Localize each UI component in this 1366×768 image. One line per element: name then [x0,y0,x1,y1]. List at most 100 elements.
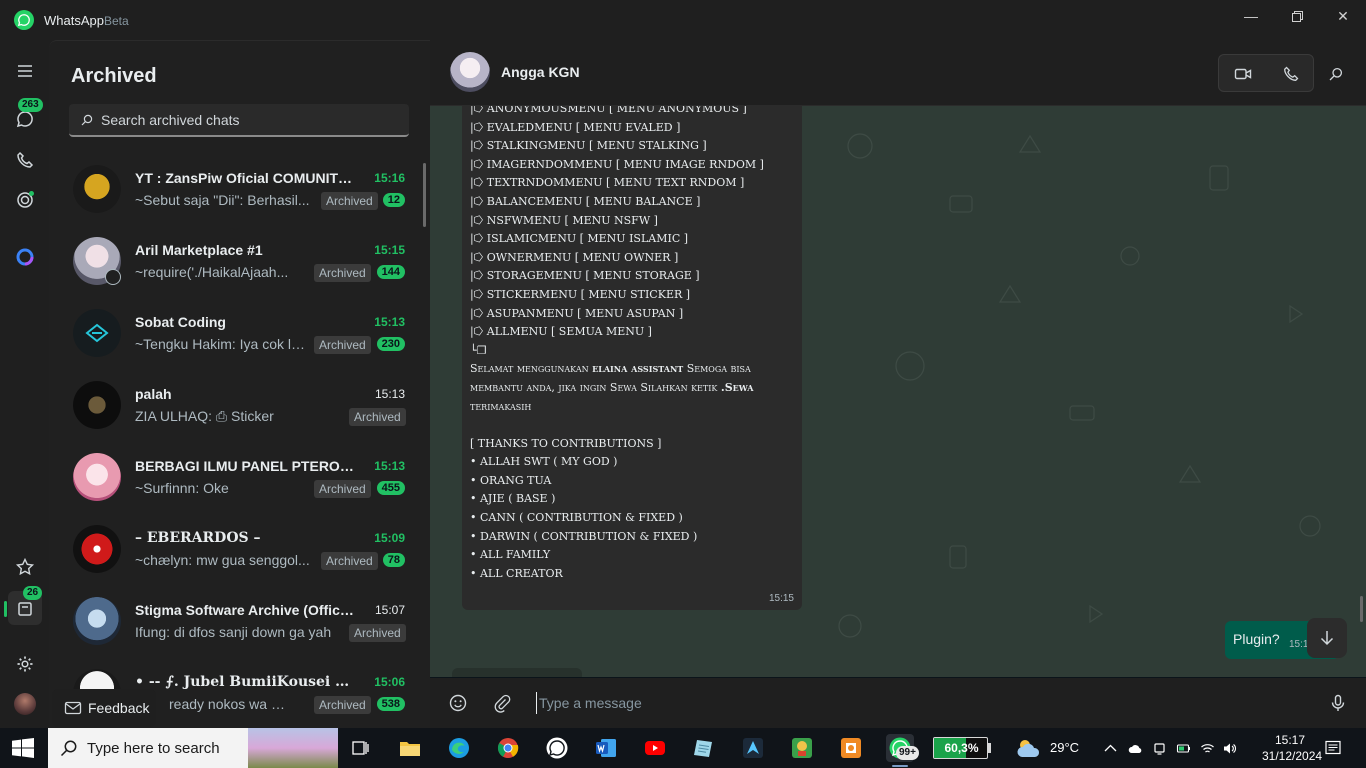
chat-item[interactable]: Stigma Software Archive (Official... 15:… [49,589,430,661]
recorder-button[interactable] [837,734,865,762]
notes-app-button[interactable] [690,734,718,762]
archived-button[interactable]: 26 [4,586,43,625]
thanks-line: • DARWIN ( CONTRIBUTION & FIXED ) [470,529,698,543]
closing-text: Semoga bisa [683,362,751,376]
chat-preview: Ifung: di dfos sanji down ga yah [135,624,332,640]
command-text: .Sewa [720,380,754,394]
emoji-button[interactable] [446,691,470,715]
search-icon [81,114,93,125]
unread-count: 455 [376,481,405,495]
menu-line: |⭔ ISLAMICMENU [ MENU ISLAMIC ] [470,232,689,246]
chat-preview: ~Tengku Hakim: Iya cok le... [135,336,309,352]
menu-line: └❐ [470,343,487,357]
device-tray-button[interactable] [1151,740,1167,756]
youtube-button[interactable] [641,734,669,762]
chat-name: – EBERARDOS – [135,530,261,546]
navigation-rail: 263 26 [0,40,49,728]
chat-avatar [73,309,121,357]
chat-time: 15:15 [374,243,405,257]
chat-item[interactable]: Sobat Coding 15:13 ~Tengku Hakim: Iya co… [49,301,430,373]
chat-time: 15:09 [374,531,405,545]
edge-button[interactable] [445,734,473,762]
battery-tray-button[interactable] [1175,740,1191,756]
calls-button[interactable] [8,143,42,177]
menu-line: |⭔ STORAGEMENU [ MENU STORAGE ] [470,269,700,283]
whatsapp-taskbar-button[interactable] [543,734,571,762]
taskbar-search-box[interactable]: Type here to search [48,728,338,768]
search-input[interactable] [101,111,401,128]
attach-button[interactable] [490,691,514,715]
status-icon [17,191,34,208]
search-box[interactable] [69,104,409,137]
archived-tag: Archived [349,408,406,426]
recorder-icon [841,738,861,758]
menu-line: |⭔ OWNERMENU [ MENU OWNER ] [470,250,679,264]
archived-tag: Archived [321,552,378,570]
file-explorer-button[interactable] [396,734,424,762]
chats-button[interactable]: 263 [8,98,43,136]
chat-avatar [73,525,121,573]
maximize-button[interactable] [1274,0,1320,32]
search-highlight-image [248,728,338,768]
video-call-button[interactable] [1219,55,1267,93]
chat-item[interactable]: BERBAGI ILMU PANEL PTERODAC... 15:13 ~Su… [49,445,430,517]
unread-count: 538 [376,697,405,711]
starred-button[interactable] [8,550,42,584]
edge-browser-icon [449,738,469,758]
system-clock[interactable]: 15:17 31/12/2024 [1262,732,1322,764]
scroll-to-bottom-button[interactable] [1307,618,1347,658]
profile-avatar-button[interactable] [8,687,42,721]
menu-line: |⭔ NSFWMENU [ MENU NSFW ] [470,213,658,227]
notification-center-icon[interactable] [1324,739,1342,757]
settings-button[interactable] [8,647,42,681]
menu-line: |⭔ ASUPANMENU [ MENU ASUPAN ] [470,306,684,320]
minimize-button[interactable]: — [1228,0,1274,32]
network-button[interactable] [1199,740,1215,756]
search-in-chat-button[interactable] [1326,64,1346,84]
word-button[interactable] [592,734,620,762]
message-input[interactable] [536,692,1236,714]
menu-button[interactable] [8,54,42,88]
game-app-2-button[interactable] [788,734,816,762]
chat-name: palah [135,386,172,402]
windows-start-icon[interactable] [12,738,34,758]
menu-line: |⭔ EVALEDMENU [ MENU EVALED ] [470,120,681,134]
community-icon [105,269,121,285]
contact-avatar[interactable] [450,52,490,92]
voice-call-button[interactable] [1267,55,1315,93]
status-button[interactable] [8,183,42,217]
battery-indicator[interactable]: 60,3% [933,737,988,759]
volume-button[interactable] [1221,740,1237,756]
partial-message [452,668,582,677]
whatsapp-icon [546,737,568,759]
chat-item[interactable]: palah 15:13 ZIA ULHAQ: ⎙ Sticker Archive… [49,373,430,445]
unread-count: 78 [382,553,405,567]
show-hidden-icons-button[interactable] [1102,740,1118,756]
task-view-button[interactable] [346,734,374,762]
chat-item[interactable]: Aril Marketplace #1 15:15 ~require('./Ha… [49,229,430,301]
game-app-button[interactable] [739,734,767,762]
voice-message-button[interactable] [1326,691,1350,715]
menu-line: |⭔ STALKINGMENU [ MENU STALKING ] [470,139,707,153]
task-view-icon [352,741,369,755]
meta-ai-button[interactable] [8,240,42,274]
onedrive-button[interactable] [1127,740,1143,756]
feedback-button[interactable]: Feedback [52,689,156,727]
close-button[interactable]: ✕ [1320,0,1366,32]
conversation-pane: Angga KGN |⭔ ANONYMOUSMENU [MENU ANONYM… [430,40,1366,728]
active-app-indicator [892,765,908,767]
chat-item[interactable]: YT : ZansPiw Oficial COMUNITY... 15:16 ~… [49,157,430,229]
cloudy-weather-icon[interactable] [1016,737,1042,759]
contact-name[interactable]: Angga KGN [501,64,580,80]
thanks-line: • ALLAH SWT ( MY GOD ) [470,455,618,469]
chat-item[interactable]: – EBERARDOS – 15:09 ~chælyn: mw gua seng… [49,517,430,589]
message-time: 15:15 [768,593,794,604]
chat-list-scrollbar[interactable] [423,163,426,227]
beta-label: Beta [104,14,129,28]
incoming-message[interactable]: |⭔ ANONYMOUSMENU [ MENU ANONYMOUS ] |⭔ E… [462,106,802,610]
chrome-button[interactable] [494,734,522,762]
device-icon [1153,742,1165,755]
messages-scrollbar[interactable] [1360,596,1363,622]
chat-avatar [73,453,121,501]
